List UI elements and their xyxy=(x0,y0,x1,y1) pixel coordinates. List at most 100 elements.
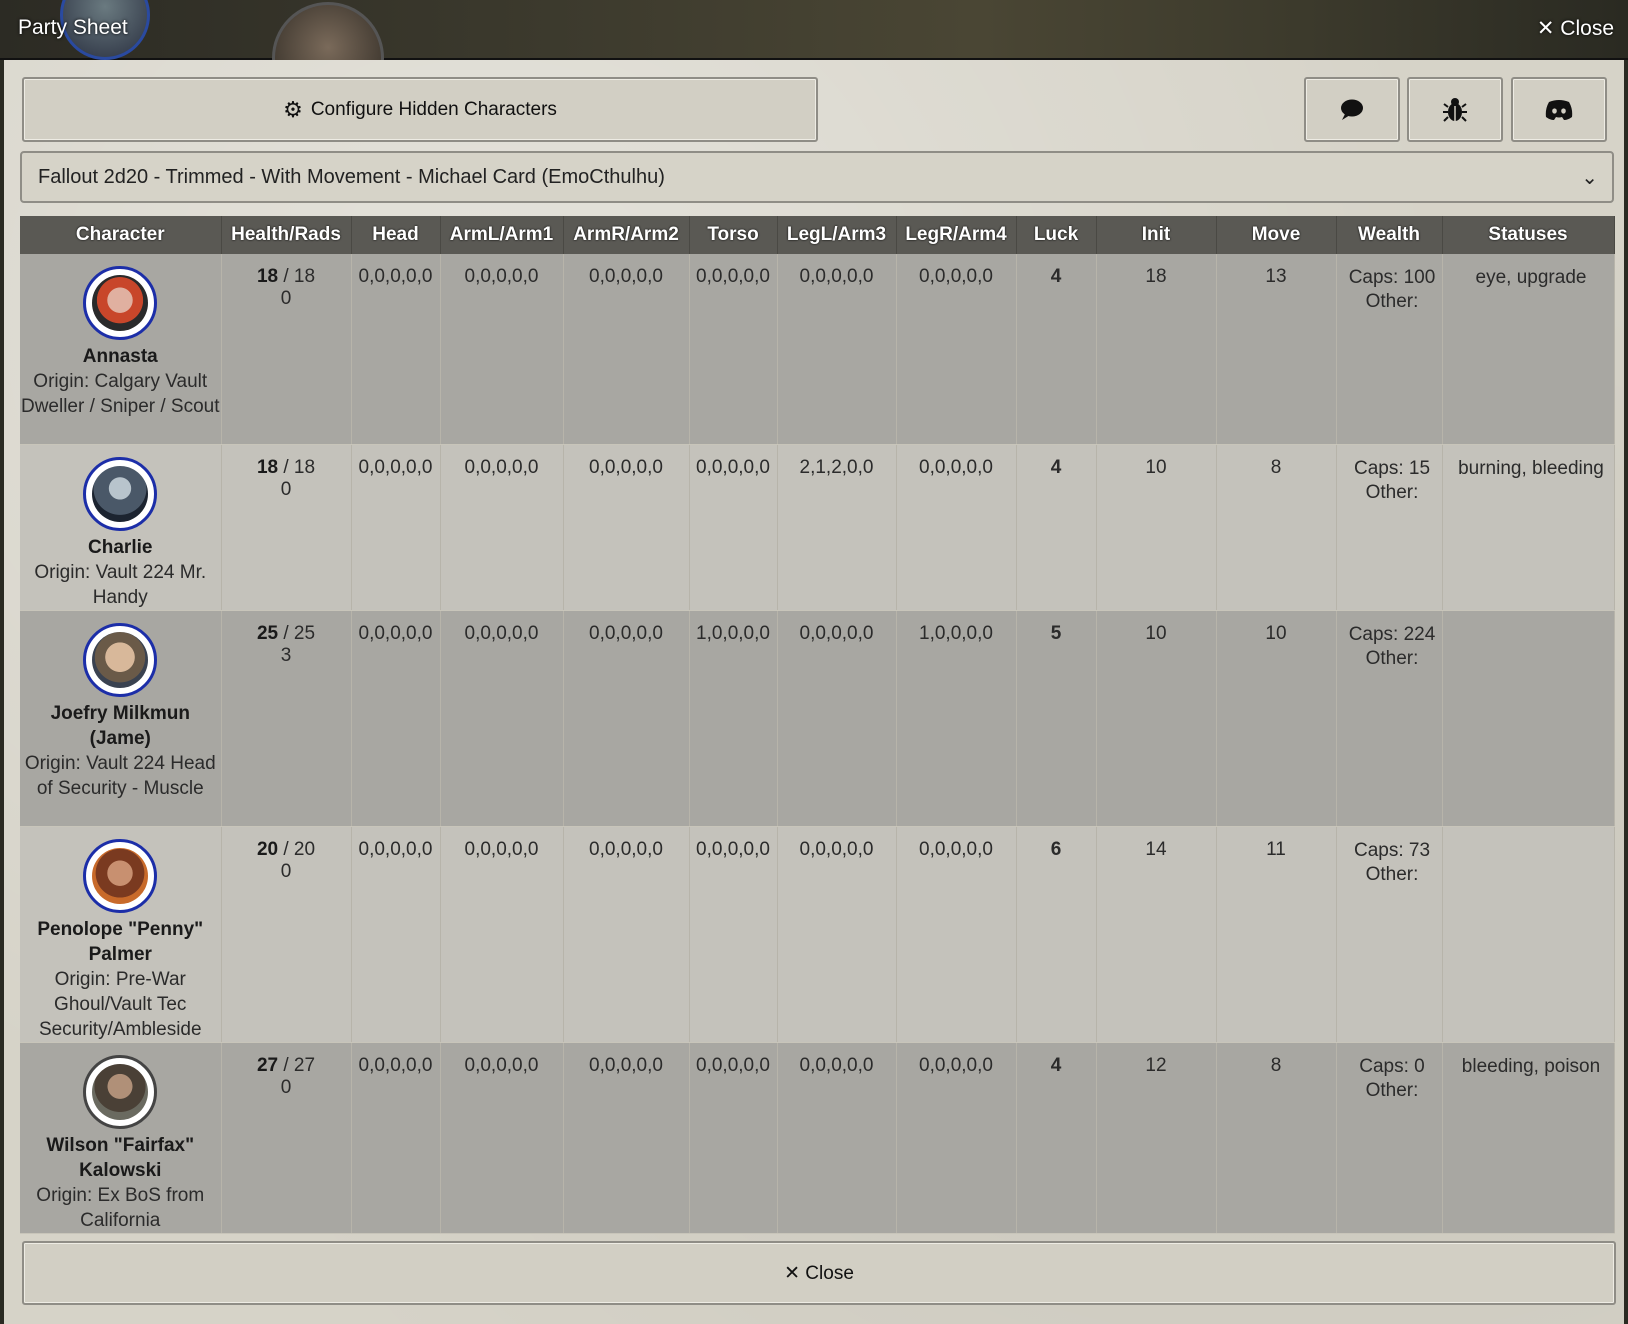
character-origin: Origin: Vault 224 Mr. Handy xyxy=(34,561,207,608)
torso-cell: 0,0,0,0,0 xyxy=(689,254,778,445)
bug-report-button[interactable] xyxy=(1407,77,1503,142)
legl-cell: 0,0,0,0,0 xyxy=(777,826,897,1043)
caps-value: Caps: 224 xyxy=(1348,623,1436,645)
arml-cell: 0,0,0,0,0 xyxy=(440,826,564,1043)
health-current: 25 xyxy=(256,622,279,644)
init-cell: 12 xyxy=(1096,1042,1217,1234)
health-rads-cell: 27 / 27 0 xyxy=(221,1042,352,1234)
character-name: Penolope "Penny" Palmer xyxy=(37,918,204,965)
close-button[interactable]: ✕ Close xyxy=(1537,16,1614,41)
sheet-template-select[interactable]: Fallout 2d20 - Trimmed - With Movement -… xyxy=(20,151,1614,203)
column-header[interactable]: LegR/Arm4 xyxy=(896,216,1017,254)
character-cell[interactable]: Wilson "Fairfax" Kalowski Origin: Ex BoS… xyxy=(20,1042,222,1234)
character-origin: Origin: Ex BoS from California xyxy=(36,1184,205,1231)
table-header-row: Character Health/Rads Head ArmL/Arm1 Arm… xyxy=(20,216,1615,254)
luck-cell: 4 xyxy=(1016,254,1097,445)
torso-cell: 1,0,0,0,0 xyxy=(689,610,778,827)
avatar[interactable] xyxy=(83,1054,158,1129)
move-cell: 10 xyxy=(1216,610,1337,827)
health-max: / 18 xyxy=(278,266,316,287)
column-header[interactable]: Health/Rads xyxy=(221,216,352,254)
rads-value: 0 xyxy=(280,1076,292,1098)
table-row: Charlie Origin: Vault 224 Mr. Handy 18 /… xyxy=(20,444,1615,611)
table-row: Wilson "Fairfax" Kalowski Origin: Ex BoS… xyxy=(20,1042,1615,1234)
character-cell[interactable]: Annasta Origin: Calgary Vault Dweller / … xyxy=(20,254,222,445)
health-rads-cell: 25 / 25 3 xyxy=(221,610,352,827)
health-current: 27 xyxy=(256,1054,279,1076)
footer-close-label: ✕ Close xyxy=(784,1262,854,1284)
health-max: / 25 xyxy=(278,622,316,644)
character-cell[interactable]: Joefry Milkmun (Jame) Origin: Vault 224 … xyxy=(20,610,222,827)
rads-value: 3 xyxy=(280,644,292,666)
init-cell: 14 xyxy=(1096,826,1217,1043)
footer-close-button[interactable]: ✕ Close xyxy=(22,1241,1616,1305)
init-cell: 10 xyxy=(1096,610,1217,827)
wealth-cell: Caps: 224 Other: xyxy=(1336,610,1443,827)
move-cell: 13 xyxy=(1216,254,1337,445)
character-cell[interactable]: Penolope "Penny" Palmer Origin: Pre-War … xyxy=(20,826,222,1043)
configure-label: Configure Hidden Characters xyxy=(310,98,557,120)
torso-cell: 0,0,0,0,0 xyxy=(689,826,778,1043)
character-name: Wilson "Fairfax" Kalowski xyxy=(46,1134,195,1181)
statuses-cell xyxy=(1442,826,1615,1043)
legl-cell: 2,1,2,0,0 xyxy=(777,444,897,611)
other-value: Other: xyxy=(1365,863,1419,885)
health-max: / 18 xyxy=(278,456,316,478)
armr-cell: 0,0,0,0,0 xyxy=(563,444,690,611)
column-header[interactable]: Wealth xyxy=(1336,216,1443,254)
column-header[interactable]: Statuses xyxy=(1442,216,1615,254)
sheet-template-value: Fallout 2d20 - Trimmed - With Movement -… xyxy=(38,165,665,188)
arml-cell: 0,0,0,0,0 xyxy=(440,1042,564,1234)
column-header[interactable]: Torso xyxy=(689,216,778,254)
head-cell: 0,0,0,0,0 xyxy=(351,1042,441,1234)
avatar[interactable] xyxy=(83,838,158,913)
chat-button[interactable] xyxy=(1304,77,1400,142)
health-rads-cell: 18 / 18 0 xyxy=(221,254,352,445)
avatar[interactable] xyxy=(83,456,158,531)
column-header[interactable]: LegL/Arm3 xyxy=(777,216,897,254)
column-header[interactable]: Character xyxy=(20,216,222,254)
party-table: Character Health/Rads Head ArmL/Arm1 Arm… xyxy=(20,216,1615,1234)
move-cell: 8 xyxy=(1216,444,1337,611)
head-cell: 0,0,0,0,0 xyxy=(351,826,441,1043)
discord-button[interactable] xyxy=(1511,77,1607,142)
column-header[interactable]: Luck xyxy=(1016,216,1097,254)
rads-value: 0 xyxy=(280,860,292,882)
legr-cell: 0,0,0,0,0 xyxy=(896,444,1017,611)
arml-cell: 0,0,0,0,0 xyxy=(440,254,564,445)
avatar[interactable] xyxy=(83,622,158,697)
torso-cell: 0,0,0,0,0 xyxy=(689,1042,778,1234)
wealth-cell: Caps: 0 Other: xyxy=(1336,1042,1443,1234)
window-titlebar: Party Sheet ✕ Close xyxy=(0,0,1628,114)
luck-cell: 5 xyxy=(1016,610,1097,827)
init-cell: 10 xyxy=(1096,444,1217,611)
configure-hidden-characters-button[interactable]: ⚙ Configure Hidden Characters xyxy=(22,77,818,142)
column-header[interactable]: Move xyxy=(1216,216,1337,254)
column-header[interactable]: ArmR/Arm2 xyxy=(563,216,690,254)
caps-value: Caps: 0 xyxy=(1359,1055,1425,1077)
column-header[interactable]: ArmL/Arm1 xyxy=(440,216,564,254)
discord-icon xyxy=(1545,99,1573,120)
avatar[interactable] xyxy=(83,266,158,340)
health-current: 20 xyxy=(256,838,279,860)
head-cell: 0,0,0,0,0 xyxy=(351,610,441,827)
column-header[interactable]: Init xyxy=(1096,216,1217,254)
move-cell: 11 xyxy=(1216,826,1337,1043)
health-current: 18 xyxy=(256,456,279,478)
party-sheet-window: ⚙ Configure Hidden Characters Fallout 2d… xyxy=(4,60,1624,1324)
window-title: Party Sheet xyxy=(18,16,128,39)
chevron-down-icon: ⌄ xyxy=(1581,167,1598,189)
table-row: Penolope "Penny" Palmer Origin: Pre-War … xyxy=(20,826,1615,1043)
wealth-cell: Caps: 15 Other: xyxy=(1336,444,1443,611)
wealth-cell: Caps: 73 Other: xyxy=(1336,826,1443,1043)
arml-cell: 0,0,0,0,0 xyxy=(440,610,564,827)
column-header[interactable]: Head xyxy=(351,216,441,254)
statuses-cell: bleeding, poison xyxy=(1442,1042,1615,1234)
other-value: Other: xyxy=(1365,291,1419,312)
table-row: Joefry Milkmun (Jame) Origin: Vault 224 … xyxy=(20,610,1615,827)
health-rads-cell: 20 / 20 0 xyxy=(221,826,352,1043)
health-rads-cell: 18 / 18 0 xyxy=(221,444,352,611)
character-cell[interactable]: Charlie Origin: Vault 224 Mr. Handy xyxy=(20,444,222,611)
legr-cell: 0,0,0,0,0 xyxy=(896,826,1017,1043)
armr-cell: 0,0,0,0,0 xyxy=(563,610,690,827)
